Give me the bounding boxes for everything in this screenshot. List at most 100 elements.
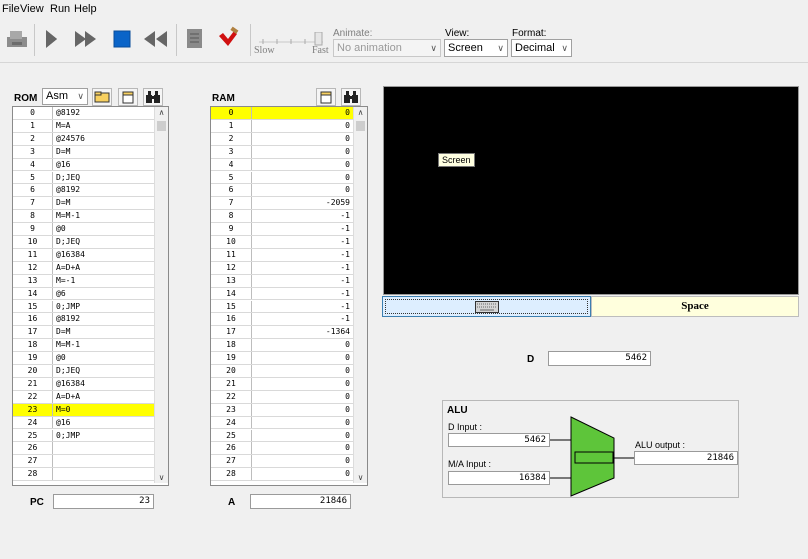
ram-row[interactable]: 00 — [211, 107, 353, 120]
ram-row[interactable]: 8 -1 — [211, 210, 353, 224]
ram-row[interactable]: 27 0 — [211, 455, 353, 469]
rom-value[interactable] — [53, 442, 154, 454]
d-register-field[interactable]: 5462 — [548, 351, 651, 366]
rom-value[interactable]: @8192 — [53, 313, 154, 325]
ram-value[interactable]: 0 — [252, 378, 353, 390]
ram-value[interactable]: 0 — [252, 159, 353, 171]
rom-value[interactable]: @8192 — [53, 184, 154, 196]
rom-value[interactable] — [53, 468, 154, 480]
ram-row[interactable]: 23 0 — [211, 403, 353, 417]
rom-value[interactable]: @0 — [53, 352, 154, 364]
rom-row[interactable]: 23 M=0 — [13, 403, 154, 417]
rom-value[interactable]: @16 — [53, 417, 154, 429]
ram-value[interactable]: 0 — [252, 404, 353, 416]
ram-row[interactable]: 50 — [211, 171, 353, 185]
menu-view[interactable]: View — [20, 3, 44, 15]
ram-value[interactable]: -2059 — [252, 197, 353, 209]
rom-row[interactable]: 6 @8192 — [13, 184, 154, 198]
ram-row[interactable]: 16 -1 — [211, 313, 353, 327]
ram-value[interactable]: 0 — [252, 430, 353, 442]
rom-value[interactable]: @24576 — [53, 133, 154, 145]
ram-row[interactable]: 30 — [211, 145, 353, 159]
menu-file[interactable]: File — [2, 3, 20, 15]
rom-row[interactable]: 0 @8192 — [13, 107, 154, 120]
rom-row[interactable]: 2 @24576 — [13, 132, 154, 146]
rom-value[interactable]: @0 — [53, 223, 154, 235]
ram-row[interactable]: 22 0 — [211, 390, 353, 404]
ram-value[interactable]: 0 — [252, 417, 353, 429]
format-select[interactable]: Decimal ∨ — [511, 39, 572, 57]
rom-value[interactable]: 0;JMP — [53, 430, 154, 442]
ram-value[interactable]: -1 — [252, 301, 353, 313]
rom-row[interactable]: 5 D;JEQ — [13, 171, 154, 185]
ram-row[interactable]: 21 0 — [211, 377, 353, 391]
ram-value[interactable]: 0 — [252, 442, 353, 454]
ram-value[interactable]: -1364 — [252, 326, 353, 338]
rom-value[interactable]: M=0 — [53, 404, 154, 416]
rom-value[interactable] — [53, 455, 154, 467]
ram-value[interactable]: -1 — [252, 236, 353, 248]
rom-value[interactable]: @8192 — [53, 107, 154, 119]
ram-value[interactable]: 0 — [252, 365, 353, 377]
rom-value[interactable]: @16384 — [53, 378, 154, 390]
scroll-up-icon[interactable]: ∧ — [155, 108, 168, 117]
keyboard-button[interactable] — [382, 296, 591, 317]
find-icon[interactable] — [341, 88, 361, 106]
rom-row[interactable]: 9 @0 — [13, 223, 154, 236]
ram-row[interactable]: 40 — [211, 158, 353, 172]
rom-value[interactable]: D=M — [53, 326, 154, 338]
rom-value[interactable]: A=D+A — [53, 262, 154, 274]
rom-row[interactable]: 4 @16 — [13, 158, 154, 172]
rom-row[interactable]: 7 D=M — [13, 197, 154, 211]
scroll-up-icon[interactable]: ∧ — [354, 108, 367, 117]
ram-row[interactable]: 25 0 — [211, 429, 353, 443]
script-icon[interactable] — [180, 24, 210, 54]
load-program-icon[interactable] — [2, 24, 32, 54]
ram-value[interactable]: -1 — [252, 262, 353, 274]
rom-row[interactable]: 25 0;JMP — [13, 429, 154, 443]
ram-value[interactable]: -1 — [252, 249, 353, 261]
ram-row[interactable]: 12 -1 — [211, 261, 353, 275]
ram-value[interactable]: 0 — [252, 455, 353, 467]
ram-row[interactable]: 10 -1 — [211, 236, 353, 249]
scroll-down-icon[interactable]: ∨ — [354, 473, 367, 482]
ram-value[interactable]: 0 — [252, 133, 353, 145]
rom-row[interactable]: 27 — [13, 455, 154, 469]
ram-value[interactable]: 0 — [252, 146, 353, 158]
ram-value[interactable]: 0 — [252, 184, 353, 196]
rom-value[interactable]: D;JEQ — [53, 236, 154, 248]
rom-value[interactable]: D;JEQ — [53, 172, 154, 184]
rom-row[interactable]: 26 — [13, 442, 154, 456]
rom-value[interactable]: M=-1 — [53, 275, 154, 287]
rom-value[interactable]: A=D+A — [53, 391, 154, 403]
ram-value[interactable]: 0 — [252, 172, 353, 184]
rom-value[interactable]: @16 — [53, 159, 154, 171]
animate-select[interactable]: No animation ∨ — [333, 39, 441, 57]
rom-row[interactable]: 28 — [13, 468, 154, 482]
rom-row[interactable]: 19 @0 — [13, 352, 154, 365]
ram-value[interactable]: -1 — [252, 275, 353, 287]
pc-field[interactable]: 23 — [53, 494, 154, 509]
new-file-icon[interactable] — [118, 88, 138, 106]
rom-row[interactable]: 18 M=M-1 — [13, 339, 154, 353]
menu-help[interactable]: Help — [74, 3, 97, 15]
rom-row[interactable]: 15 0;JMP — [13, 300, 154, 314]
ram-row[interactable]: 20 — [211, 132, 353, 146]
rom-row[interactable]: 1 M=A — [13, 119, 154, 133]
rom-value[interactable]: 0;JMP — [53, 301, 154, 313]
rom-value[interactable]: M=M-1 — [53, 210, 154, 222]
scroll-thumb[interactable] — [157, 121, 166, 131]
ram-row[interactable]: 28 0 — [211, 468, 353, 482]
stop-icon[interactable] — [107, 24, 137, 54]
rom-value[interactable]: M=A — [53, 120, 154, 132]
open-file-icon[interactable] — [92, 88, 112, 106]
rom-row[interactable]: 3 D=M — [13, 145, 154, 159]
ram-value[interactable]: -1 — [252, 288, 353, 300]
speed-slider[interactable] — [255, 31, 327, 46]
ram-row[interactable]: 20 0 — [211, 365, 353, 378]
rom-value[interactable]: D;JEQ — [53, 365, 154, 377]
rom-value[interactable]: @6 — [53, 288, 154, 300]
ram-value[interactable]: 0 — [252, 339, 353, 351]
ram-row[interactable]: 9 -1 — [211, 223, 353, 236]
rom-row[interactable]: 24 @16 — [13, 416, 154, 430]
